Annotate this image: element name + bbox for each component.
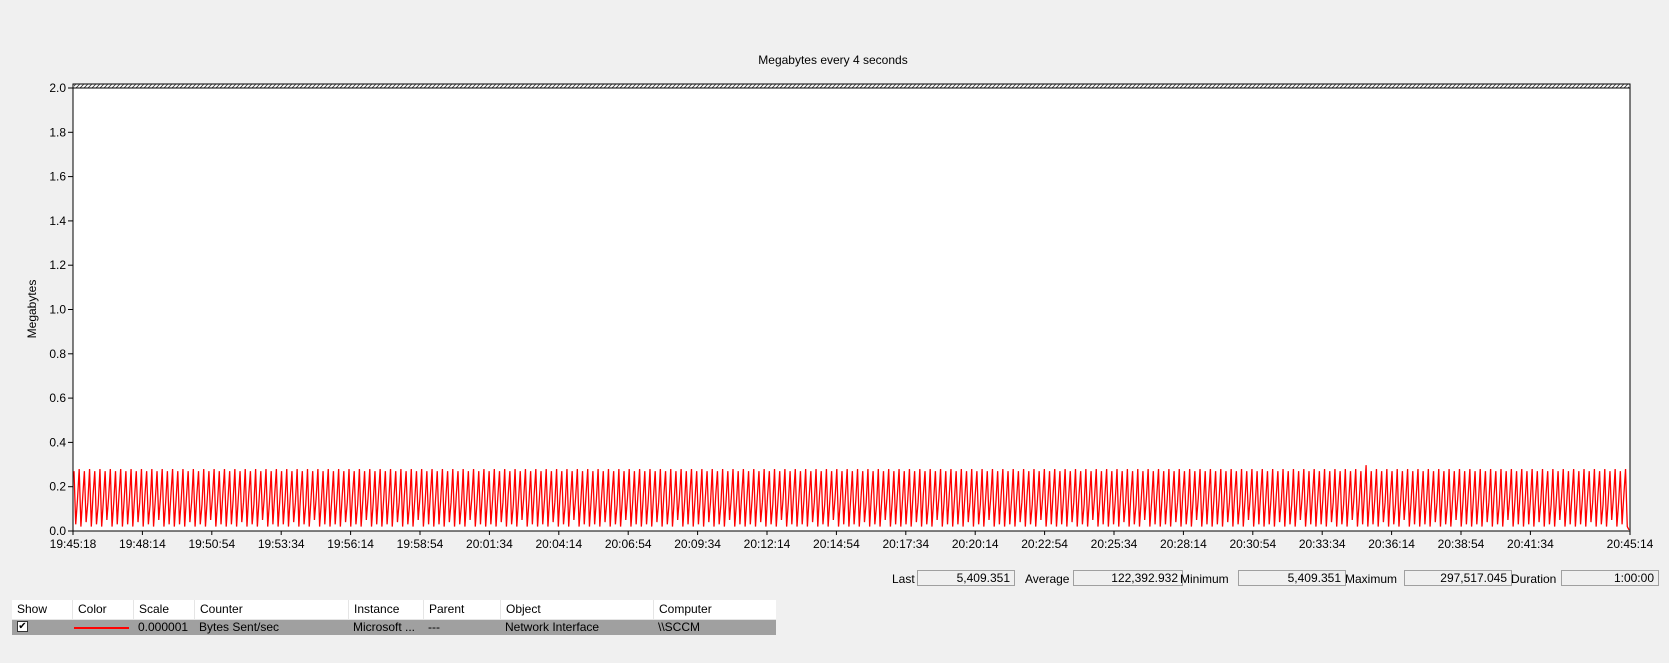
x-tick-label: 20:12:14: [744, 537, 791, 551]
cell-instance: Microsoft ...: [353, 620, 416, 634]
y-tick-label: 1.8: [49, 125, 66, 139]
x-tick-label: 19:53:34: [258, 537, 305, 551]
x-tick-label: 20:38:54: [1438, 537, 1485, 551]
x-tick-label: 19:45:18: [50, 537, 97, 551]
header-instance[interactable]: Instance: [348, 600, 423, 619]
stats-bar: Last 5,409.351 Average 122,392.932 Minim…: [0, 570, 1669, 590]
x-tick-label: 20:28:14: [1160, 537, 1207, 551]
minimum-label: Minimum: [1180, 572, 1229, 586]
color-swatch: [74, 627, 129, 629]
x-tick-label: 20:36:14: [1368, 537, 1415, 551]
y-ticks: 0.0 0.2 0.4 0.6 0.8 1.0 1.2 1.4 1.6 1.8 2.0: [49, 81, 73, 538]
last-label: Last: [892, 572, 915, 586]
y-tick-label: 0.8: [49, 347, 66, 361]
y-tick-label: 0.0: [49, 524, 66, 538]
y-tick-label: 1.0: [49, 303, 66, 317]
table-row[interactable]: ✔ 0.000001 Bytes Sent/sec Microsoft ... …: [12, 620, 776, 635]
header-color[interactable]: Color: [72, 600, 133, 619]
x-tick-label: 20:09:34: [674, 537, 721, 551]
header-computer[interactable]: Computer: [653, 600, 776, 619]
maximum-label: Maximum: [1345, 572, 1398, 586]
y-tick-label: 1.2: [49, 258, 66, 272]
duration-label: Duration: [1511, 572, 1557, 586]
x-tick-label: 20:41:34: [1507, 537, 1554, 551]
x-tick-label: 20:04:14: [535, 537, 582, 551]
cell-counter: Bytes Sent/sec: [199, 620, 280, 634]
last-value: 5,409.351: [917, 570, 1015, 586]
x-tick-label: 19:50:54: [188, 537, 235, 551]
x-tick-label: 20:30:54: [1229, 537, 1276, 551]
chart-title: Megabytes every 4 seconds: [758, 53, 907, 67]
header-show[interactable]: Show: [12, 600, 72, 619]
y-tick-label: 0.4: [49, 435, 66, 449]
cell-object: Network Interface: [505, 620, 600, 634]
show-checkbox[interactable]: ✔: [17, 621, 28, 632]
x-ticks: 19:45:18 19:48:14 19:50:54 19:53:34 19:56:14…: [50, 531, 1654, 551]
y-tick-label: 0.2: [49, 480, 66, 494]
cell-parent: ---: [428, 620, 440, 634]
maximum-value: 297,517.045: [1404, 570, 1512, 586]
header-object[interactable]: Object: [500, 600, 653, 619]
x-tick-label: 20:22:54: [1021, 537, 1068, 551]
y-axis-label: Megabytes: [25, 280, 39, 339]
header-scale[interactable]: Scale: [133, 600, 194, 619]
x-tick-label: 19:48:14: [119, 537, 166, 551]
average-value: 122,392.932: [1073, 570, 1183, 586]
x-tick-label: 20:33:34: [1299, 537, 1346, 551]
chart-svg: Megabytes every 4 seconds Megabytes 0.00…: [25, 53, 1654, 551]
header-counter[interactable]: Counter: [194, 600, 348, 619]
y-tick-label: 2.0: [49, 81, 66, 95]
average-label: Average: [1025, 572, 1070, 586]
header-parent[interactable]: Parent: [423, 600, 500, 619]
cell-scale: 0.000001: [138, 620, 189, 634]
x-tick-label: 20:01:34: [466, 537, 513, 551]
duration-value: 1:00:00: [1561, 570, 1659, 586]
x-tick-label: 20:45:14: [1607, 537, 1654, 551]
x-tick-label: 20:20:14: [952, 537, 999, 551]
minimum-value: 5,409.351: [1238, 570, 1346, 586]
x-tick-label: 19:58:54: [397, 537, 444, 551]
plot-area: [72, 83, 1631, 532]
x-tick-label: 19:56:14: [327, 537, 374, 551]
x-tick-label: 20:25:34: [1091, 537, 1138, 551]
x-tick-label: 20:17:34: [882, 537, 929, 551]
y-tick-label: 1.4: [49, 214, 66, 228]
counter-table: Show Color Scale Counter Instance Parent…: [12, 600, 776, 635]
x-tick-label: 20:14:54: [813, 537, 860, 551]
cell-computer: \\SCCM: [658, 620, 700, 634]
y-tick-label: 0.6: [49, 391, 66, 405]
plot-top-hatch: [74, 84, 1629, 88]
performance-chart[interactable]: Megabytes every 4 seconds Megabytes 0.0 0…: [0, 0, 1669, 570]
x-tick-label: 20:06:54: [605, 537, 652, 551]
table-header-row: Show Color Scale Counter Instance Parent…: [12, 600, 776, 620]
y-tick-label: 1.6: [49, 170, 66, 184]
